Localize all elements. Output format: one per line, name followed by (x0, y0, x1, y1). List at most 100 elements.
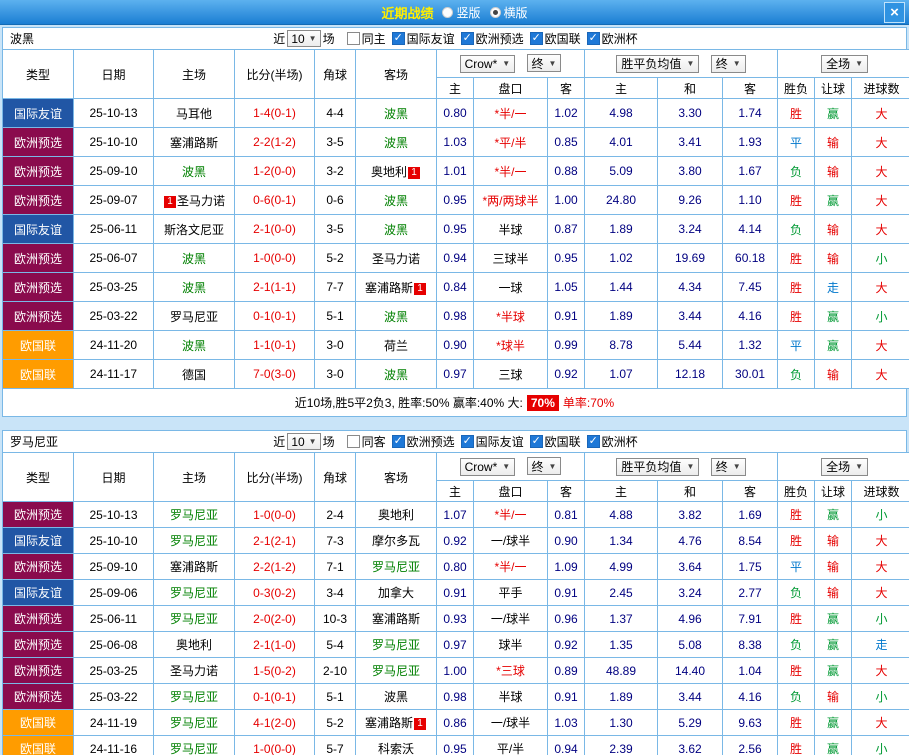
filter-checkbox[interactable] (530, 32, 543, 45)
filter-checkbox[interactable] (587, 32, 600, 45)
handicap-line: 一球 (474, 273, 548, 302)
radio-icon[interactable] (490, 7, 501, 18)
radio-icon[interactable] (442, 7, 453, 18)
team-link[interactable]: 波黑 (384, 107, 408, 121)
filter-checkbox[interactable] (392, 32, 405, 45)
team-link[interactable]: 罗马尼亚 (372, 638, 420, 652)
home-team-cell: 罗马尼亚 (154, 502, 235, 528)
team-link[interactable]: 圣马力诺 (372, 252, 420, 266)
team-link[interactable]: 德国 (182, 368, 206, 382)
avg-draw-odds: 3.82 (658, 502, 723, 528)
match-row: 欧国联24-11-19罗马尼亚4-1(2-0)5-2塞浦路斯10.86一/球半1… (3, 710, 909, 736)
odds-home: 0.84 (437, 273, 474, 302)
result-flag: 胜 (778, 710, 815, 736)
team-link[interactable]: 罗马尼亚 (372, 560, 420, 574)
recent-count-select[interactable]: 10 ▼ (287, 433, 320, 450)
filter-checkbox[interactable] (392, 435, 405, 448)
sub-header-avg-away: 客 (723, 481, 778, 502)
team-link[interactable]: 波黑 (182, 252, 206, 266)
close-button[interactable]: × (884, 2, 905, 23)
team-link[interactable]: 波黑 (384, 194, 408, 208)
app: { "titlebar": { "title": "近期战绩", "radios… (0, 0, 909, 755)
team-link[interactable]: 奥地利 (378, 508, 414, 522)
team-link[interactable]: 罗马尼亚 (170, 716, 218, 730)
team-link[interactable]: 圣马力诺 (170, 664, 218, 678)
avg-final-select[interactable]: 终▼ (711, 55, 746, 73)
team-link[interactable]: 荷兰 (384, 339, 408, 353)
team-link[interactable]: 波黑 (384, 136, 408, 150)
layout-radio-vertical[interactable]: 竖版 (442, 4, 480, 21)
team-link[interactable]: 科索沃 (378, 742, 414, 755)
team-link[interactable]: 波黑 (384, 690, 408, 704)
team-link[interactable]: 摩尔多瓦 (372, 534, 420, 548)
radio-label: 竖版 (456, 4, 480, 21)
team-link[interactable]: 波黑 (384, 310, 408, 324)
team-link[interactable]: 斯洛文尼亚 (164, 223, 224, 237)
sub-header-result: 胜负 (778, 78, 815, 99)
recent-count-select[interactable]: 10 ▼ (287, 30, 320, 47)
team-link[interactable]: 罗马尼亚 (170, 534, 218, 548)
team-link[interactable]: 罗马尼亚 (170, 612, 218, 626)
odds-home: 0.92 (437, 528, 474, 554)
team-link[interactable]: 罗马尼亚 (170, 742, 218, 755)
team-link[interactable]: 波黑 (182, 165, 206, 179)
home-team-cell: 波黑 (154, 244, 235, 273)
avg-draw-odds: 3.44 (658, 684, 723, 710)
team-link[interactable]: 圣马力诺 (177, 194, 225, 208)
avg-select[interactable]: 胜平负均值▼ (616, 55, 699, 73)
odds-source-select[interactable]: Crow*▼ (460, 458, 516, 476)
team-link[interactable]: 塞浦路斯 (170, 136, 218, 150)
team-link[interactable]: 波黑 (182, 339, 206, 353)
recent-count-value: 10 (291, 32, 304, 46)
scope-select[interactable]: 全场▼ (821, 55, 868, 73)
away-team-cell: 波黑 (356, 684, 437, 710)
team-link[interactable]: 奥地利 (371, 165, 407, 179)
section-divider (0, 417, 909, 428)
filter-checkbox[interactable] (347, 435, 360, 448)
result-flag: 胜 (778, 658, 815, 684)
odds-away: 1.09 (548, 554, 585, 580)
team-link[interactable]: 加拿大 (378, 586, 414, 600)
result-flag: 负 (778, 157, 815, 186)
filter-checkbox[interactable] (347, 32, 360, 45)
avg-select[interactable]: 胜平负均值▼ (616, 458, 699, 476)
team-link[interactable]: 塞浦路斯 (170, 560, 218, 574)
team-link[interactable]: 罗马尼亚 (170, 310, 218, 324)
select-value: 终 (532, 458, 544, 475)
team-link[interactable]: 塞浦路斯 (365, 716, 413, 730)
team-link[interactable]: 塞浦路斯 (365, 281, 413, 295)
corners: 5-4 (315, 632, 356, 658)
result-flag: 胜 (778, 186, 815, 215)
filter-checkbox[interactable] (461, 435, 474, 448)
team-link[interactable]: 波黑 (182, 281, 206, 295)
team-link[interactable]: 马耳他 (176, 107, 212, 121)
filter-item: 欧洲预选 (392, 433, 455, 450)
scope-group-header: 全场▼ (778, 50, 909, 78)
match-date: 25-06-08 (74, 632, 154, 658)
layout-radio-horizontal[interactable]: 横版 (490, 4, 528, 21)
team-link[interactable]: 波黑 (384, 368, 408, 382)
odds-final-select[interactable]: 终▼ (527, 54, 562, 72)
filter-checkbox[interactable] (461, 32, 474, 45)
team-link[interactable]: 罗马尼亚 (170, 690, 218, 704)
odds-final-select[interactable]: 终▼ (527, 457, 562, 475)
red-card-badge: 1 (414, 718, 426, 730)
team-link[interactable]: 罗马尼亚 (372, 664, 420, 678)
team-link[interactable]: 罗马尼亚 (170, 508, 218, 522)
score: 2-2(1-2) (235, 554, 315, 580)
avg-final-select[interactable]: 终▼ (711, 458, 746, 476)
team-link[interactable]: 奥地利 (176, 638, 212, 652)
odds-source-select[interactable]: Crow*▼ (460, 55, 516, 73)
odds-away: 0.81 (548, 502, 585, 528)
filter-checkbox[interactable] (530, 435, 543, 448)
team-link[interactable]: 罗马尼亚 (170, 586, 218, 600)
filter-checkbox[interactable] (587, 435, 600, 448)
odds-home: 0.94 (437, 244, 474, 273)
team-link[interactable]: 波黑 (384, 223, 408, 237)
filter-checkbox-label: 国际友谊 (476, 433, 524, 450)
scope-select[interactable]: 全场▼ (821, 458, 868, 476)
competition-type: 欧洲预选 (3, 302, 74, 331)
competition-type: 欧国联 (3, 736, 74, 755)
handicap-flag: 赢 (815, 186, 852, 215)
team-link[interactable]: 塞浦路斯 (372, 612, 420, 626)
